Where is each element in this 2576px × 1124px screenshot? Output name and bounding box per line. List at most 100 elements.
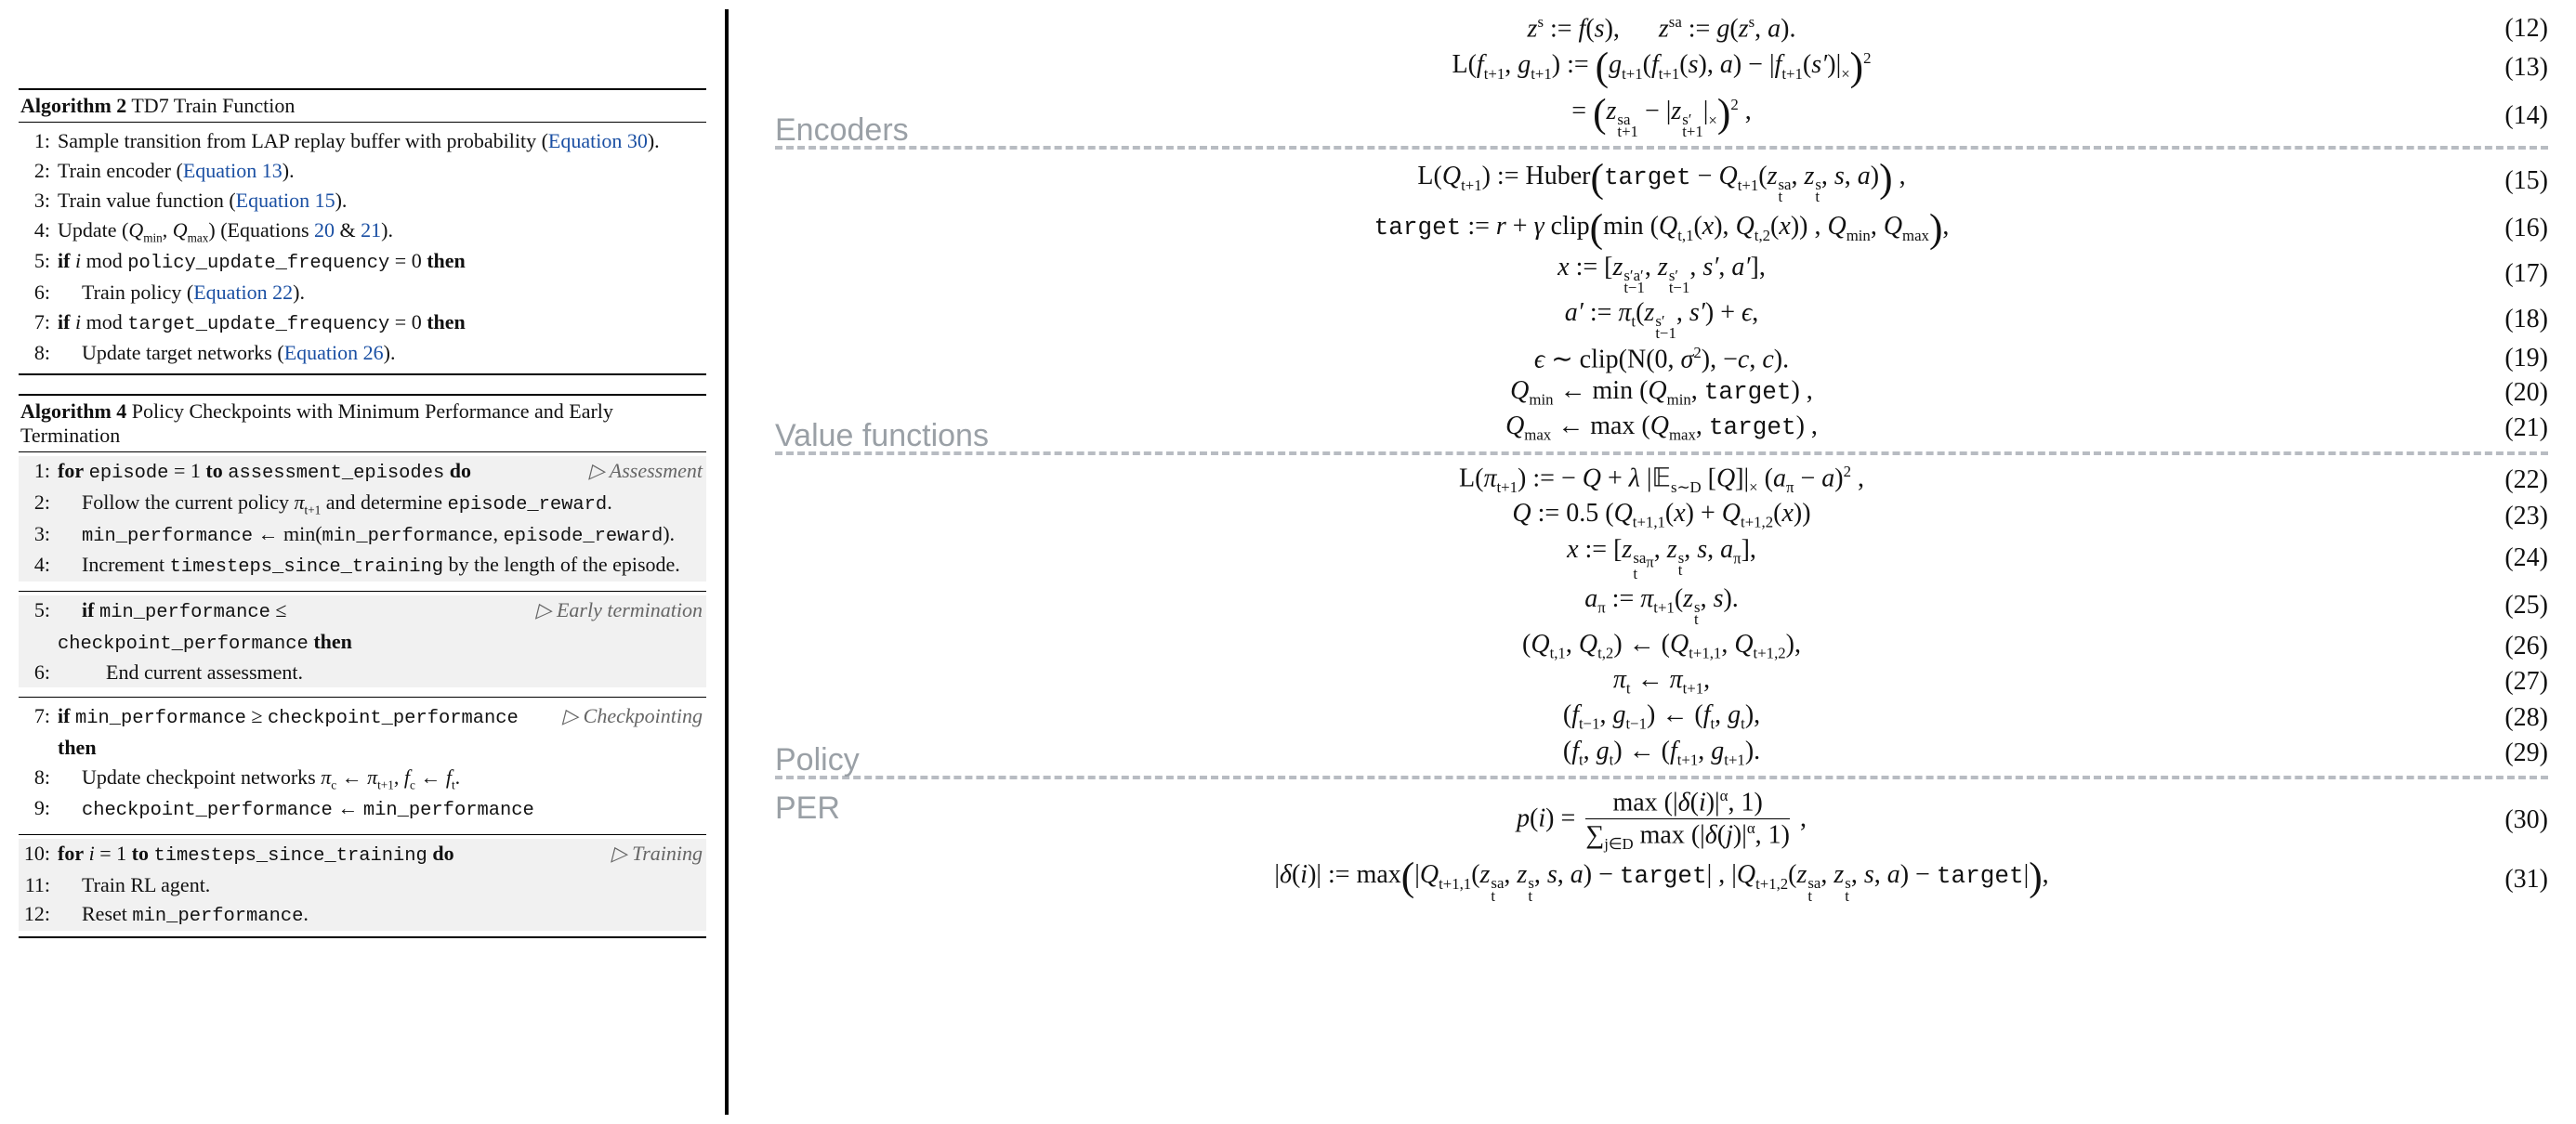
line-text: if i mod target_update_frequency = 0 the… bbox=[58, 307, 703, 339]
equation-body: πt ← πt+1, bbox=[1613, 667, 1710, 697]
line-text: if min_performance ≥ checkpoint_performa… bbox=[58, 701, 553, 763]
equation-row: = (zsat+1 − |zs′t+1|×)2 , (14) bbox=[775, 94, 2548, 138]
equation-number: (28) bbox=[2504, 705, 2548, 731]
algorithm-4-body: 1:for episode = 1 to assessment_episodes… bbox=[19, 452, 706, 938]
alg-line: 8:Update checkpoint networks πc ← πt+1, … bbox=[19, 763, 706, 794]
line-text: Train encoder (Equation 13). bbox=[58, 156, 703, 186]
equation-body: L(Qt+1) := Huber(target − Qt+1(zsat, zst… bbox=[1417, 159, 1905, 203]
algorithm-2-title: Algorithm 2 TD7 Train Function bbox=[19, 88, 706, 123]
equation-link[interactable]: Equation 15 bbox=[236, 189, 335, 212]
line-text: Increment timesteps_since_training by th… bbox=[58, 550, 703, 582]
equation-body: (Qt,1, Qt,2) ← (Qt+1,1, Qt+1,2), bbox=[1522, 632, 1801, 661]
equation-number: (18) bbox=[2504, 307, 2548, 333]
line-number: 12: bbox=[19, 899, 58, 929]
section-label-val: Value functions bbox=[775, 418, 989, 454]
section-label-enc: Encoders bbox=[775, 112, 909, 149]
line-text: Update checkpoint networks πc ← πt+1, fc… bbox=[58, 763, 703, 794]
equation-link[interactable]: Equation 13 bbox=[183, 159, 283, 182]
line-number: 11: bbox=[19, 870, 58, 900]
left-column: Algorithm 2 TD7 Train Function 1:Sample … bbox=[0, 0, 725, 1124]
equation-body: Qmax ← max (Qmax, target) , bbox=[1505, 413, 1818, 443]
alg-line: 5:if min_performance ≤ checkpoint_perfor… bbox=[19, 595, 706, 658]
equation-link[interactable]: Equation 22 bbox=[193, 281, 293, 304]
equation-row: L(ft+1, gt+1) := (gt+1(ft+1(s), a) − |ft… bbox=[775, 47, 2548, 87]
alg-line: 1:Sample transition from LAP replay buff… bbox=[19, 126, 706, 156]
equation-row: target := r + γ clip(min (Qt,1(x), Qt,2(… bbox=[775, 209, 2548, 249]
equation-body: zs := f(s), zsa := g(zs, a). bbox=[1528, 15, 1796, 42]
alg-group-separator bbox=[19, 687, 706, 698]
section-label-per: PER bbox=[775, 792, 840, 824]
equation-body: aπ := πt+1(zst, s). bbox=[1584, 586, 1739, 626]
equation-row: aπ := πt+1(zst, s).(25) bbox=[775, 586, 2548, 626]
phase-comment: ▷ Early termination bbox=[536, 595, 703, 625]
equation-body: p(i) = max (|δ(i)|α, 1)∑j∈D max (|δ(j)|α… bbox=[1517, 789, 1807, 852]
alg-group-separator bbox=[19, 825, 706, 835]
equation-link[interactable]: 20 bbox=[314, 218, 335, 242]
line-number: 7: bbox=[19, 307, 58, 337]
equation-number: (27) bbox=[2504, 669, 2548, 695]
equation-row: ϵ ∼ clip(N(0, σ2), −c, c).(19) bbox=[775, 346, 2548, 372]
line-text: Follow the current policy πt+1 and deter… bbox=[58, 488, 703, 519]
equation-row: Q := 0.5 (Qt+1,1(x) + Qt+1,2(x))(23) bbox=[775, 501, 2548, 530]
equation-row: πt ← πt+1, (27) bbox=[775, 667, 2548, 697]
alg-line: 6:End current assessment. bbox=[19, 658, 706, 687]
alg-line: 9:checkpoint_performance ← min_performan… bbox=[19, 793, 706, 825]
equation-number: (19) bbox=[2504, 346, 2548, 372]
equation-row: (ft−1, gt−1) ← (ft, gt),(28) bbox=[775, 702, 2548, 732]
alg-line: 6:Train policy (Equation 22). bbox=[19, 278, 706, 307]
phase-comment: ▷ Training bbox=[611, 839, 703, 869]
equation-row: a′ := πt(zs′t−1, s′) + ϵ,(18) bbox=[775, 300, 2548, 340]
equation-number: (16) bbox=[2504, 216, 2548, 242]
line-text: for i = 1 to timesteps_since_training do bbox=[58, 839, 602, 870]
line-text: checkpoint_performance ← min_performance bbox=[58, 793, 703, 825]
line-text: Update target networks (Equation 26). bbox=[58, 338, 703, 368]
algorithm-4-title: Algorithm 4 Policy Checkpoints with Mini… bbox=[19, 394, 706, 452]
equation-number: (26) bbox=[2504, 634, 2548, 660]
equation-number: (29) bbox=[2504, 740, 2548, 766]
line-number: 4: bbox=[19, 550, 58, 580]
equation-row: Qmin ← min (Qmin, target) ,(20) bbox=[775, 378, 2548, 408]
equation-number: (14) bbox=[2504, 103, 2548, 129]
equation-body: = (zsat+1 − |zs′t+1|×)2 , bbox=[1571, 94, 1751, 138]
alg-line: 3:min_performance ← min(min_performance,… bbox=[19, 519, 706, 551]
line-text: Train value function (Equation 15). bbox=[58, 186, 703, 216]
equation-number: (20) bbox=[2504, 380, 2548, 406]
line-text: for episode = 1 to assessment_episodes d… bbox=[58, 456, 580, 488]
line-text: Reset min_performance. bbox=[58, 899, 703, 931]
equation-body: (ft, gt) ← (ft+1, gt+1). bbox=[1563, 738, 1760, 768]
equation-body: L(ft+1, gt+1) := (gt+1(ft+1(s), a) − |ft… bbox=[1452, 47, 1871, 87]
equation-link[interactable]: 21 bbox=[361, 218, 381, 242]
line-number: 4: bbox=[19, 216, 58, 245]
algorithm-2-title-rest: TD7 Train Function bbox=[126, 94, 295, 117]
equation-link[interactable]: Equation 30 bbox=[548, 129, 648, 152]
line-text: Sample transition from LAP replay buffer… bbox=[58, 126, 703, 156]
algorithm-2-title-bold: Algorithm 2 bbox=[20, 94, 126, 117]
equation-body: x := [zs′a′t−1, zs′t−1, s′, a′], bbox=[1557, 255, 1766, 294]
line-number: 9: bbox=[19, 793, 58, 823]
line-text: Train RL agent. bbox=[58, 870, 703, 900]
line-number: 1: bbox=[19, 456, 58, 486]
alg-line: 4:Update (Qmin, Qmax) (Equations 20 & 21… bbox=[19, 216, 706, 247]
line-number: 1: bbox=[19, 126, 58, 156]
line-number: 5: bbox=[19, 246, 58, 276]
line-text: if min_performance ≤ checkpoint_performa… bbox=[58, 595, 527, 658]
equation-number: (31) bbox=[2504, 867, 2548, 893]
alg-line: 12:Reset min_performance. bbox=[19, 899, 706, 931]
line-text: Update (Qmin, Qmax) (Equations 20 & 21). bbox=[58, 216, 703, 247]
alg-line: 5:if i mod policy_update_frequency = 0 t… bbox=[19, 246, 706, 278]
alg-line: 2:Train encoder (Equation 13). bbox=[19, 156, 706, 186]
line-number: 8: bbox=[19, 338, 58, 368]
alg-line: 7:if min_performance ≥ checkpoint_perfor… bbox=[19, 701, 706, 763]
line-text: Train policy (Equation 22). bbox=[58, 278, 703, 307]
equation-row: L(Qt+1) := Huber(target − Qt+1(zsat, zst… bbox=[775, 159, 2548, 203]
line-number: 3: bbox=[19, 186, 58, 216]
equation-link[interactable]: Equation 26 bbox=[284, 341, 384, 364]
line-number: 5: bbox=[19, 595, 58, 625]
alg-line: 4:Increment timesteps_since_training by … bbox=[19, 550, 706, 582]
equation-row: (Qt,1, Qt,2) ← (Qt+1,1, Qt+1,2), (26) bbox=[775, 632, 2548, 661]
equation-row: x := [zs′a′t−1, zs′t−1, s′, a′],(17) bbox=[775, 255, 2548, 294]
equation-number: (23) bbox=[2504, 503, 2548, 529]
right-column: zs := f(s), zsa := g(zs, a).(12)L(ft+1, … bbox=[729, 0, 2576, 1124]
equation-number: (21) bbox=[2504, 415, 2548, 441]
line-number: 8: bbox=[19, 763, 58, 792]
